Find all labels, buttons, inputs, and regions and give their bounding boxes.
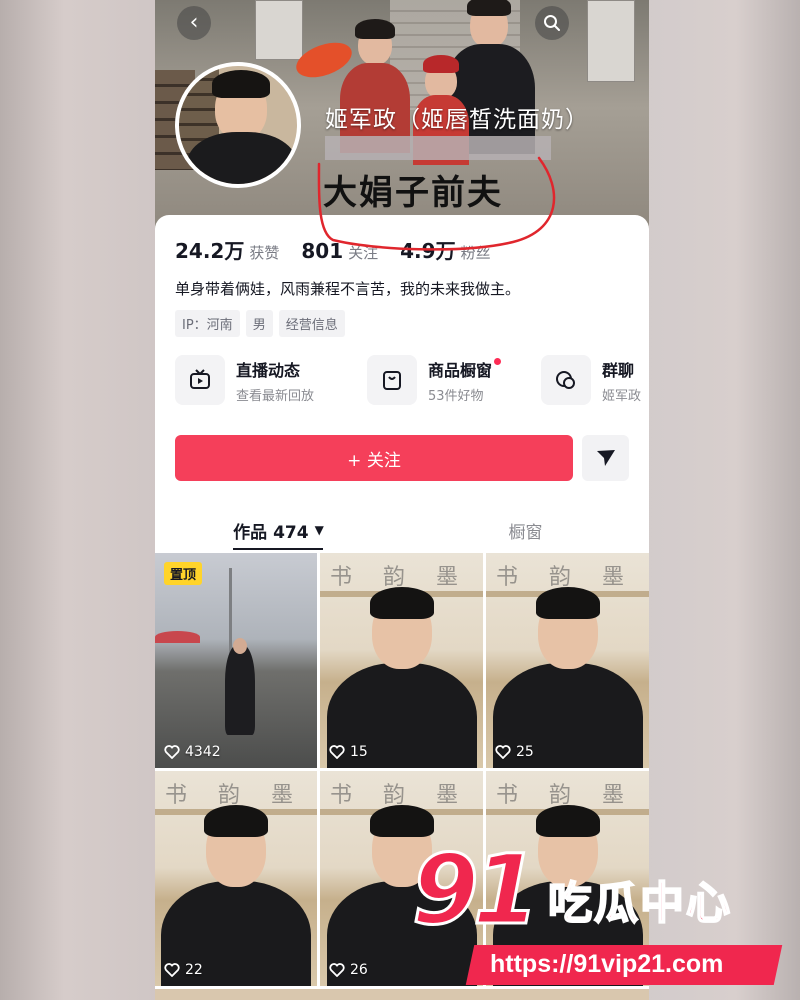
feature-title: 直播动态 — [236, 360, 301, 380]
thumb-walker — [225, 645, 255, 735]
stat-label: 关注 — [348, 244, 379, 262]
feature-subtitle: 姬军政 — [602, 388, 642, 404]
thumb-umbrella — [155, 631, 200, 643]
profile-card: 24.2万 获赞 801 关注 4.9万 粉丝 单身带着俩娃，风雨兼程不言苦，我… — [155, 215, 649, 555]
next-row-peek — [155, 989, 649, 1000]
feature-subtitle: 查看最新回放 — [236, 388, 315, 404]
likes-count: 26 — [350, 962, 368, 978]
follow-button[interactable]: + 关注 — [175, 435, 573, 481]
thumb-walker-head — [233, 638, 247, 654]
caret-down-icon: ▼ — [314, 523, 324, 537]
stat-likes[interactable]: 24.2万 获赞 — [175, 235, 279, 264]
thumb-person-hair — [369, 587, 434, 619]
video-likes: 25 — [495, 744, 534, 760]
cover-stone-lantern — [587, 0, 635, 82]
tag-ip-location: IP：河南 — [175, 310, 240, 337]
cover-stone-lantern — [255, 0, 303, 60]
tab-works[interactable]: 作品 474 ▼ — [155, 510, 402, 550]
profile-tabs: 作品 474 ▼ 橱窗 — [155, 510, 649, 552]
username: 姬军政（姬唇皙洗面奶） — [325, 107, 589, 133]
heart-icon — [164, 745, 180, 759]
profile-bio: 单身带着俩娃，风雨兼程不言苦，我的未来我做主。 — [175, 280, 521, 298]
redaction-bar — [325, 136, 551, 160]
feature-product-showcase[interactable]: 商品橱窗 53件好物 — [367, 355, 502, 405]
feature-title: 商品橱窗 — [428, 360, 493, 380]
search-button[interactable] — [535, 6, 569, 40]
likes-count: 22 — [185, 962, 203, 978]
thumb-person-hair — [204, 805, 268, 837]
stat-following[interactable]: 801 关注 — [301, 239, 378, 263]
tag-business-info[interactable]: 经营信息 — [278, 310, 345, 337]
search-icon — [544, 15, 560, 31]
stat-value: 24.2万 — [175, 239, 245, 263]
watermark-url: https://91vip21.com — [490, 950, 724, 978]
profile-tags: IP：河南 男 经营信息 — [175, 310, 345, 337]
pinned-badge: 置顶 — [164, 562, 203, 585]
annotation-text: 大娟子前夫 — [323, 173, 503, 213]
profile-screen: ‹ 姬军政（姬唇皙洗面奶） 大娟子前夫 24.2万 获赞 801 关注 4.9万… — [155, 0, 649, 1000]
feature-title: 群聊 — [602, 360, 635, 380]
video-likes: 22 — [164, 962, 203, 978]
video-likes: 15 — [329, 744, 368, 760]
thumb-person-hair — [369, 805, 434, 837]
back-button[interactable]: ‹ — [177, 6, 211, 40]
tab-underline — [233, 548, 323, 550]
feature-row: 直播动态 查看最新回放 商品橱窗 53件好物 群聊 姬军政 — [175, 355, 649, 415]
stat-value: 4.9万 — [400, 239, 456, 263]
share-button[interactable] — [582, 435, 629, 481]
likes-count: 25 — [516, 744, 534, 760]
tab-works-label: 作品 474 — [233, 522, 309, 543]
chat-icon — [541, 355, 591, 405]
heart-icon — [164, 963, 180, 977]
video-thumbnail[interactable]: 书 韵 墨 25 — [486, 553, 649, 768]
avatar[interactable] — [175, 62, 301, 188]
stat-label: 粉丝 — [460, 244, 491, 262]
watermark-text: 吃瓜中心 — [547, 878, 732, 929]
tab-showcase[interactable]: 橱窗 — [402, 510, 649, 550]
feature-group-chat[interactable]: 群聊 姬军政 — [541, 355, 641, 405]
thumb-person-hair — [535, 805, 600, 837]
thumb-person-hair — [535, 587, 600, 619]
profile-stats: 24.2万 获赞 801 关注 4.9万 粉丝 — [175, 235, 513, 264]
feature-title-wrap: 商品橱窗 — [428, 357, 502, 381]
video-likes: 4342 — [164, 744, 221, 760]
heart-icon — [495, 745, 511, 759]
bag-icon — [367, 355, 417, 405]
stat-value: 801 — [301, 239, 344, 263]
heart-icon — [329, 963, 345, 977]
chevron-left-icon: ‹ — [189, 10, 199, 35]
watermark-number: 91 — [411, 834, 542, 946]
tag-gender: 男 — [245, 310, 273, 337]
notification-dot — [494, 357, 502, 365]
feature-live-updates[interactable]: 直播动态 查看最新回放 — [175, 355, 314, 405]
stat-label: 获赞 — [249, 244, 280, 262]
likes-count: 15 — [350, 744, 368, 760]
stat-followers[interactable]: 4.9万 粉丝 — [400, 235, 490, 264]
likes-count: 4342 — [185, 744, 221, 760]
cover-person — [340, 15, 410, 155]
video-likes: 26 — [329, 962, 368, 978]
feature-subtitle: 53件好物 — [428, 388, 484, 404]
video-thumbnail[interactable]: 书 韵 墨 15 — [320, 553, 483, 768]
tv-icon — [175, 355, 225, 405]
video-grid: 置顶 4342 书 韵 墨 15 书 韵 墨 25 书 韵 墨 22 书 韵 墨… — [155, 553, 649, 1000]
video-thumbnail[interactable]: 书 韵 墨 22 — [155, 771, 317, 986]
heart-icon — [329, 745, 345, 759]
video-thumbnail[interactable]: 置顶 4342 — [155, 553, 317, 768]
send-icon — [596, 450, 615, 466]
